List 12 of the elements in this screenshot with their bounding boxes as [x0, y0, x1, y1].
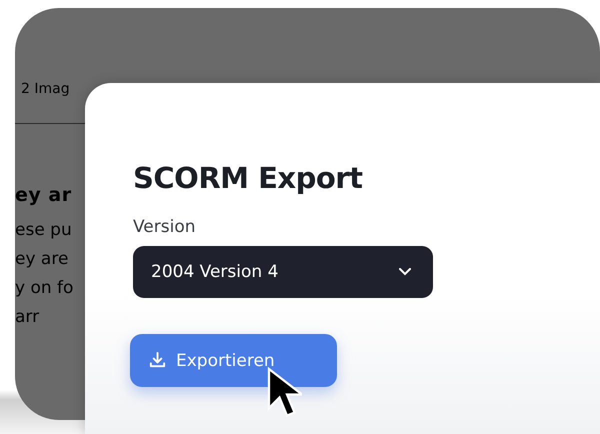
paragraph-text: ey are: [15, 248, 68, 271]
download-icon: [148, 351, 167, 370]
tab-label: 2 Imag: [21, 81, 70, 97]
heading-text: ey ar: [15, 184, 73, 206]
version-select[interactable]: 2004 Version 4: [133, 246, 433, 298]
chevron-down-icon: [399, 268, 411, 276]
paragraph-text: y on fo: [15, 277, 74, 300]
field-label: Version: [133, 217, 196, 237]
dialog-title: SCORM Export: [133, 161, 362, 195]
paragraph-text: arr: [15, 306, 40, 329]
paragraph-text: ese pu: [15, 219, 72, 242]
export-button[interactable]: Exportieren: [130, 334, 337, 387]
